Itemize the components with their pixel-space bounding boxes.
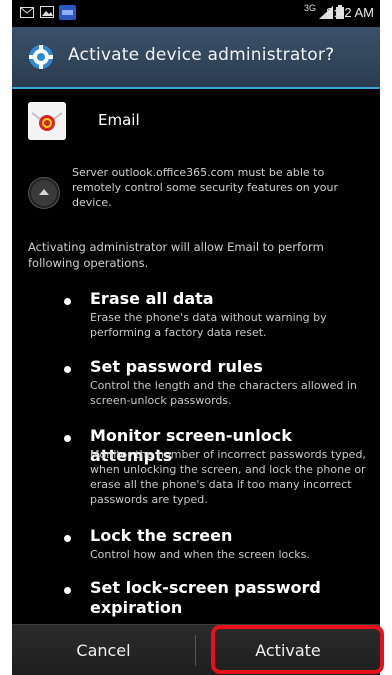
permission-title: Set lock-screen password expiration xyxy=(90,578,321,617)
email-app-icon xyxy=(28,102,66,140)
gear-icon xyxy=(29,45,53,69)
bullet-icon xyxy=(64,435,71,442)
permission-description: Erase the phone's data without warning b… xyxy=(90,311,327,339)
dialog-content: Email Server outlook.office365.com must … xyxy=(12,89,380,619)
network-4g-icon: 3G xyxy=(304,3,317,13)
permission-description: Control how and when the screen locks. xyxy=(90,548,310,561)
activate-highlight-box xyxy=(211,625,384,674)
bullet-icon xyxy=(64,298,71,305)
permission-description: Monitor the number of incorrect password… xyxy=(90,448,366,506)
cancel-button[interactable]: Cancel xyxy=(12,625,195,675)
permission-title: Set password rules xyxy=(90,357,263,376)
permission-title: Erase all data xyxy=(90,289,214,308)
intro-text: Activating administrator will allow Emai… xyxy=(28,240,324,270)
sms-icon xyxy=(20,7,34,18)
app-name: Email xyxy=(98,111,140,129)
bullet-icon xyxy=(64,587,71,594)
status-time: 8:42 AM xyxy=(326,5,374,20)
app-icon xyxy=(59,5,76,20)
bullet-icon xyxy=(64,366,71,373)
dialog-title-bar: Activate device administrator? xyxy=(12,27,380,89)
permission-description: Control the length and the characters al… xyxy=(90,379,357,407)
status-bar: 3G 8:42 AM xyxy=(12,0,380,27)
phone-screen: 3G 8:42 AM Activate device administrator… xyxy=(12,0,380,675)
server-description: Server outlook.office365.com must be abl… xyxy=(72,166,338,209)
image-icon xyxy=(40,6,54,18)
bullet-icon xyxy=(64,535,71,542)
dialog-title: Activate device administrator? xyxy=(68,45,335,65)
permission-title: Lock the screen xyxy=(90,526,233,545)
expand-up-icon[interactable] xyxy=(29,178,59,208)
